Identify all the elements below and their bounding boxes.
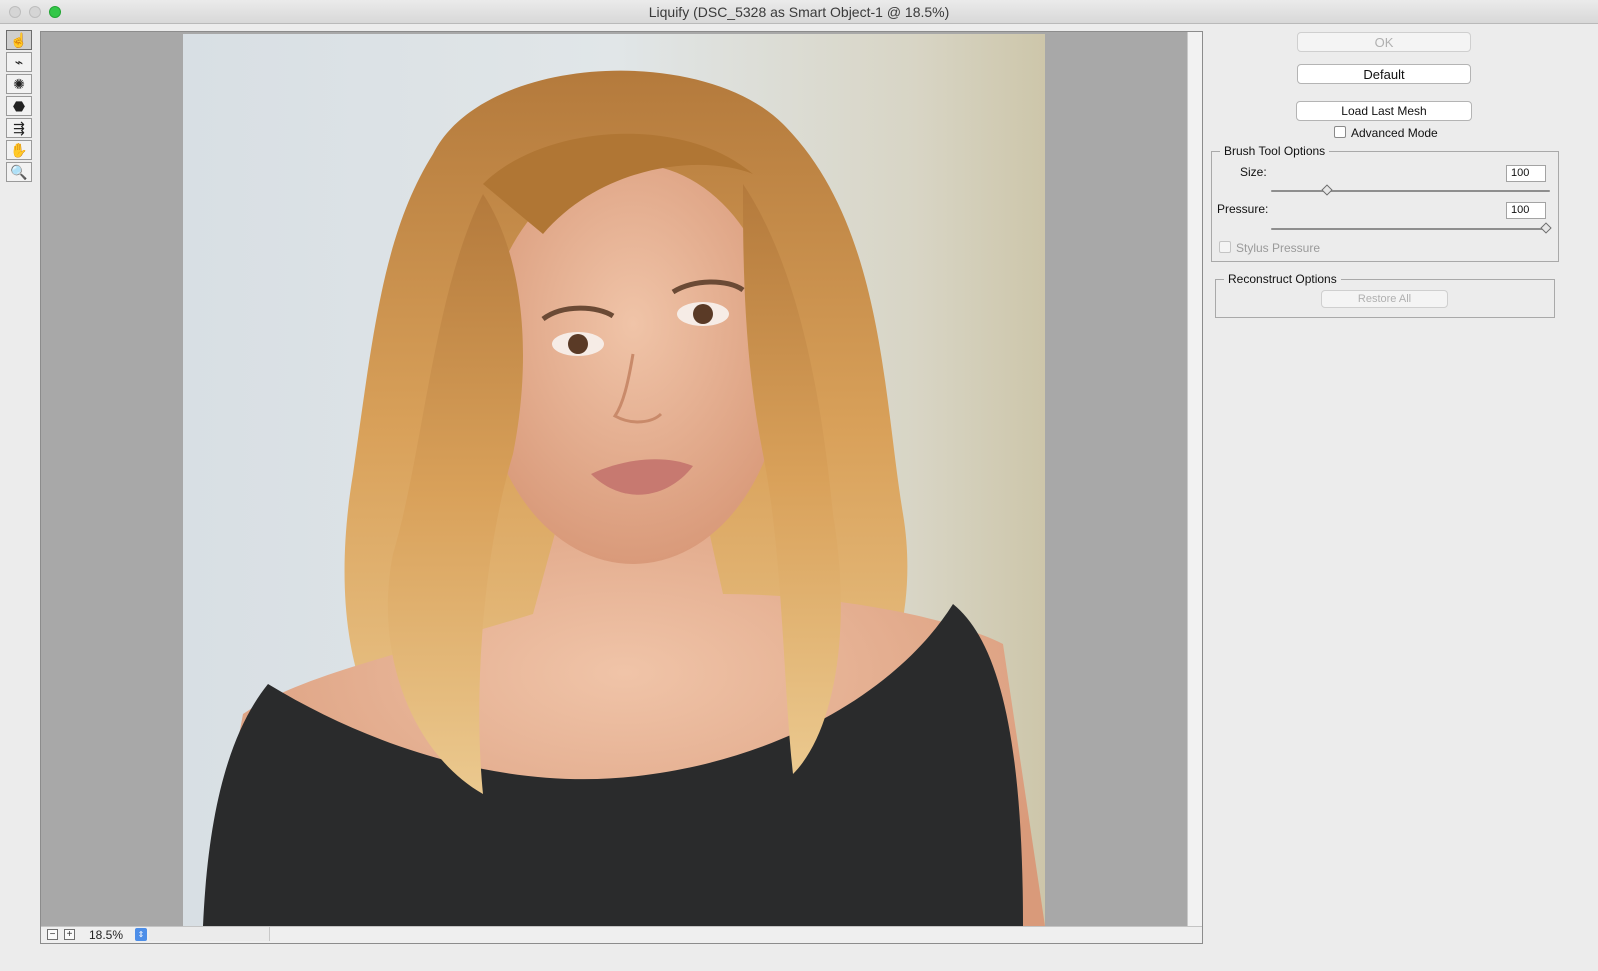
reconstruct-options-legend: Reconstruct Options: [1224, 272, 1341, 286]
brush-tool-options-group: Brush Tool Options Size: 100 Pressure: 1…: [1211, 144, 1559, 262]
pressure-slider-thumb[interactable]: [1540, 222, 1552, 234]
horizontal-scrollbar[interactable]: [149, 927, 270, 941]
pressure-slider[interactable]: [1271, 228, 1550, 230]
ok-button[interactable]: OK: [1297, 32, 1471, 52]
tools-panel: ☝ ⌁ ✺ ⬣ ⇶ ✋ 🔍: [6, 30, 34, 184]
zoom-out-button[interactable]: −: [47, 929, 58, 940]
bloat-icon: ⬣: [12, 97, 26, 114]
stylus-pressure-checkbox[interactable]: [1219, 241, 1231, 253]
advanced-mode-label: Advanced Mode: [1351, 126, 1438, 140]
finger-warp-icon: ☝: [10, 31, 28, 48]
hand-icon: ✋: [10, 141, 28, 158]
zoom-status-bar: − + 18.5% ⇕: [41, 926, 1202, 943]
restore-all-button[interactable]: Restore All: [1321, 290, 1448, 308]
pucker-icon: ✺: [13, 75, 25, 92]
vertical-scrollbar[interactable]: [1187, 32, 1202, 928]
push-left-tool[interactable]: ⇶: [6, 118, 32, 138]
zoom-stepper-icon[interactable]: ⇕: [135, 928, 147, 941]
portrait-illustration: [203, 70, 1045, 926]
size-slider[interactable]: [1271, 190, 1550, 192]
options-panel: OK Default Load Last Mesh Advanced Mode …: [1210, 28, 1594, 948]
default-button[interactable]: Default: [1297, 64, 1471, 84]
advanced-mode-checkbox[interactable]: [1334, 126, 1346, 138]
zoom-in-button[interactable]: +: [64, 929, 75, 940]
size-slider-thumb[interactable]: [1321, 184, 1333, 196]
zoom-level-field[interactable]: 18.5%: [89, 928, 123, 942]
size-input[interactable]: 100: [1506, 165, 1546, 182]
pressure-label: Pressure:: [1217, 202, 1269, 216]
preview-canvas[interactable]: − + 18.5% ⇕: [40, 31, 1203, 944]
title-bar: Liquify (DSC_5328 as Smart Object-1 @ 18…: [0, 0, 1598, 24]
size-label: Size:: [1240, 165, 1267, 179]
reconstruct-options-group: Reconstruct Options Restore All: [1215, 272, 1555, 318]
brush-tool-options-legend: Brush Tool Options: [1220, 144, 1330, 158]
zoom-tool[interactable]: 🔍: [6, 162, 32, 182]
push-left-icon: ⇶: [13, 119, 25, 136]
bloat-tool[interactable]: ⬣: [6, 96, 32, 116]
stylus-pressure-label: Stylus Pressure: [1236, 241, 1321, 255]
hand-tool[interactable]: ✋: [6, 140, 32, 160]
portrait-photo[interactable]: [183, 34, 1045, 926]
brush-reconstruct-icon: ⌁: [14, 53, 24, 70]
window-title: Liquify (DSC_5328 as Smart Object-1 @ 18…: [648, 4, 950, 20]
liquify-window: Liquify (DSC_5328 as Smart Object-1 @ 18…: [0, 0, 1598, 971]
magnifier-icon: 🔍: [10, 163, 28, 180]
pucker-tool[interactable]: ✺: [6, 74, 32, 94]
reconstruct-tool[interactable]: ⌁: [6, 52, 32, 72]
forward-warp-tool[interactable]: ☝: [6, 30, 32, 50]
pressure-input[interactable]: 100: [1506, 202, 1546, 219]
load-last-mesh-button[interactable]: Load Last Mesh: [1296, 101, 1472, 121]
